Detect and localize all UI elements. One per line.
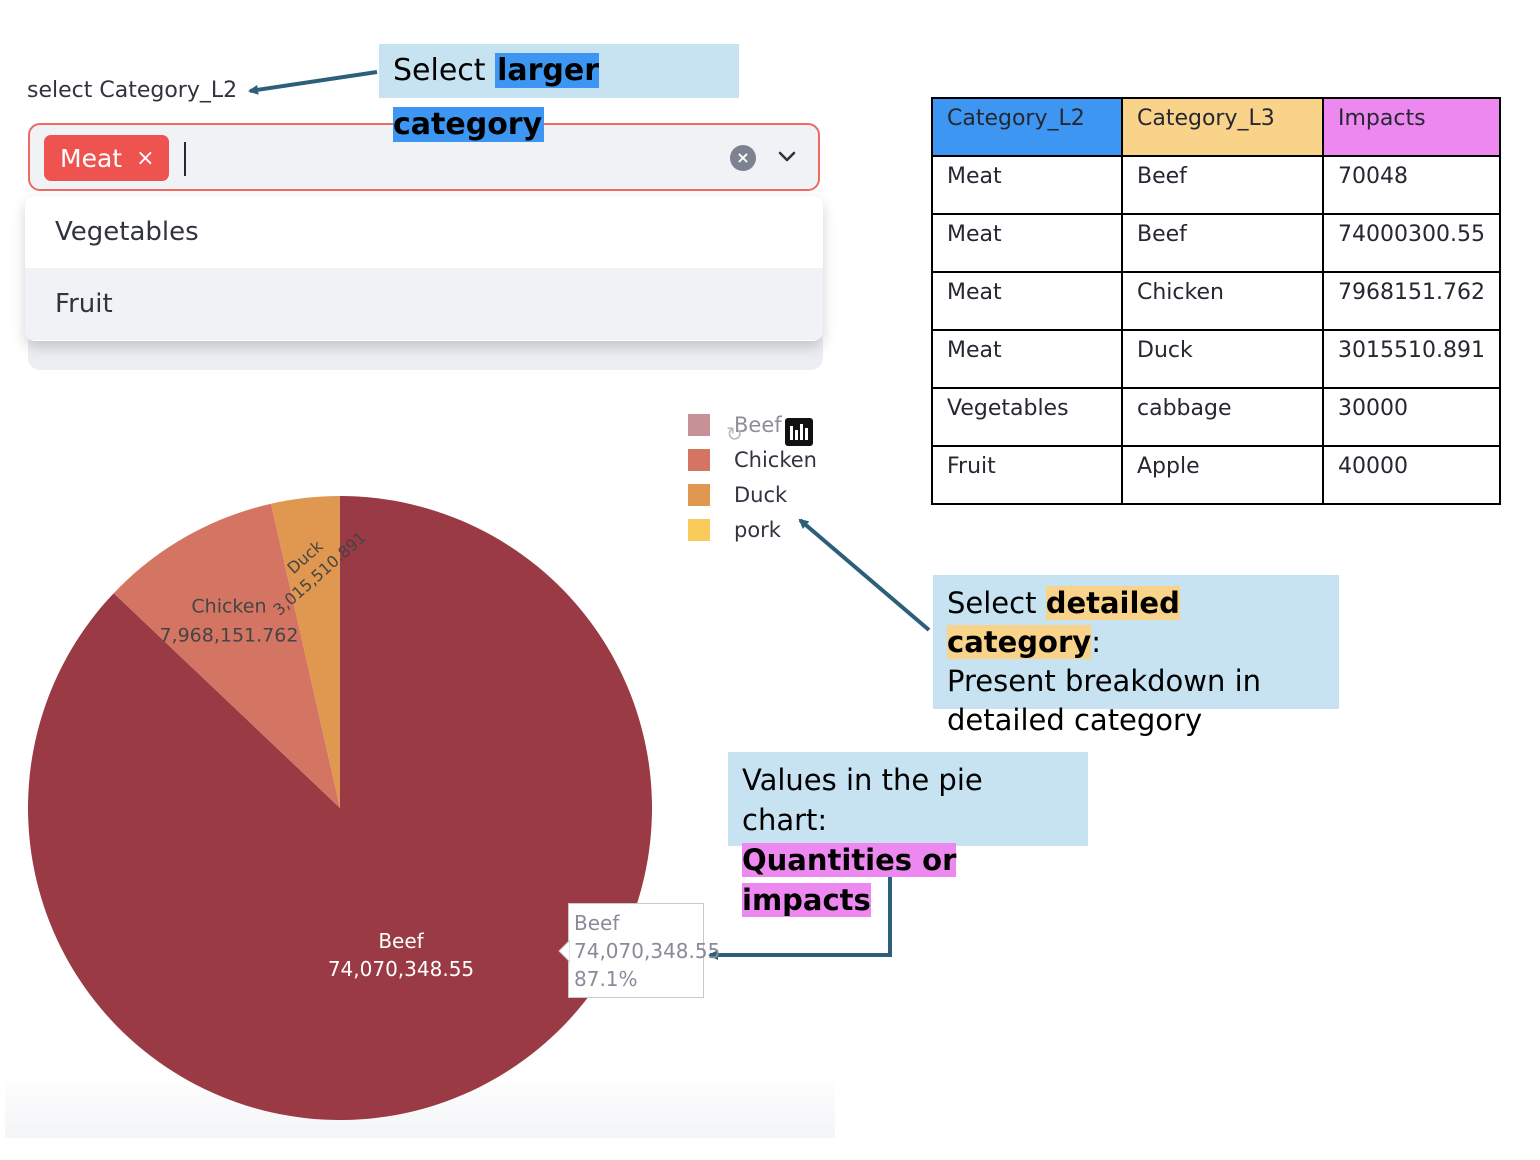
- callout-detailed-line2: Present breakdown in: [947, 664, 1262, 698]
- pie-label-beef: 74,070,348.55: [328, 957, 474, 981]
- tooltip-label: Beef: [574, 911, 620, 935]
- callout-values-highlight: Quantities or impacts: [742, 843, 957, 917]
- pie-hover-tooltip: Beef 74,070,348.55 87.1%: [568, 903, 721, 998]
- callout-detailed-prefix: Select: [947, 586, 1046, 620]
- pie-label-chicken: Chicken: [191, 596, 266, 618]
- legend-swatch: [688, 414, 710, 436]
- legend-swatch: [688, 449, 710, 471]
- arrow-to-selector: [248, 70, 378, 95]
- callout-detailed-line1: Select detailed category:: [947, 584, 1325, 662]
- callout-values: Values in the pie chart: Quantities or i…: [728, 752, 1088, 917]
- legend-label: Chicken: [734, 448, 817, 472]
- legend-swatch: [688, 519, 710, 541]
- legend-swatch: [688, 484, 710, 506]
- callout-detailed-category: Select detailed category: Present breakd…: [933, 575, 1339, 737]
- reset-axes-icon[interactable]: ↻: [726, 422, 752, 446]
- callout-detailed-line3: detailed category: [947, 703, 1203, 737]
- pie-label-chicken: 7,968,151.762: [159, 625, 298, 647]
- tooltip-percent: 87.1%: [574, 967, 638, 991]
- callout-values-line1: Values in the pie chart:: [742, 763, 983, 837]
- legend-item-chicken[interactable]: Chicken: [688, 445, 828, 475]
- legend-item-duck[interactable]: Duck: [688, 480, 828, 510]
- legend-label: pork: [734, 518, 781, 542]
- tooltip-pointer: [558, 940, 570, 962]
- legend-label: Duck: [734, 483, 788, 507]
- legend-item-pork[interactable]: pork: [688, 515, 828, 545]
- pie-label-beef: Beef: [378, 929, 424, 953]
- tooltip-value: 74,070,348.55: [574, 939, 721, 963]
- modebar-icon[interactable]: [785, 418, 813, 446]
- callout-detailed-suffix: :: [1091, 625, 1101, 659]
